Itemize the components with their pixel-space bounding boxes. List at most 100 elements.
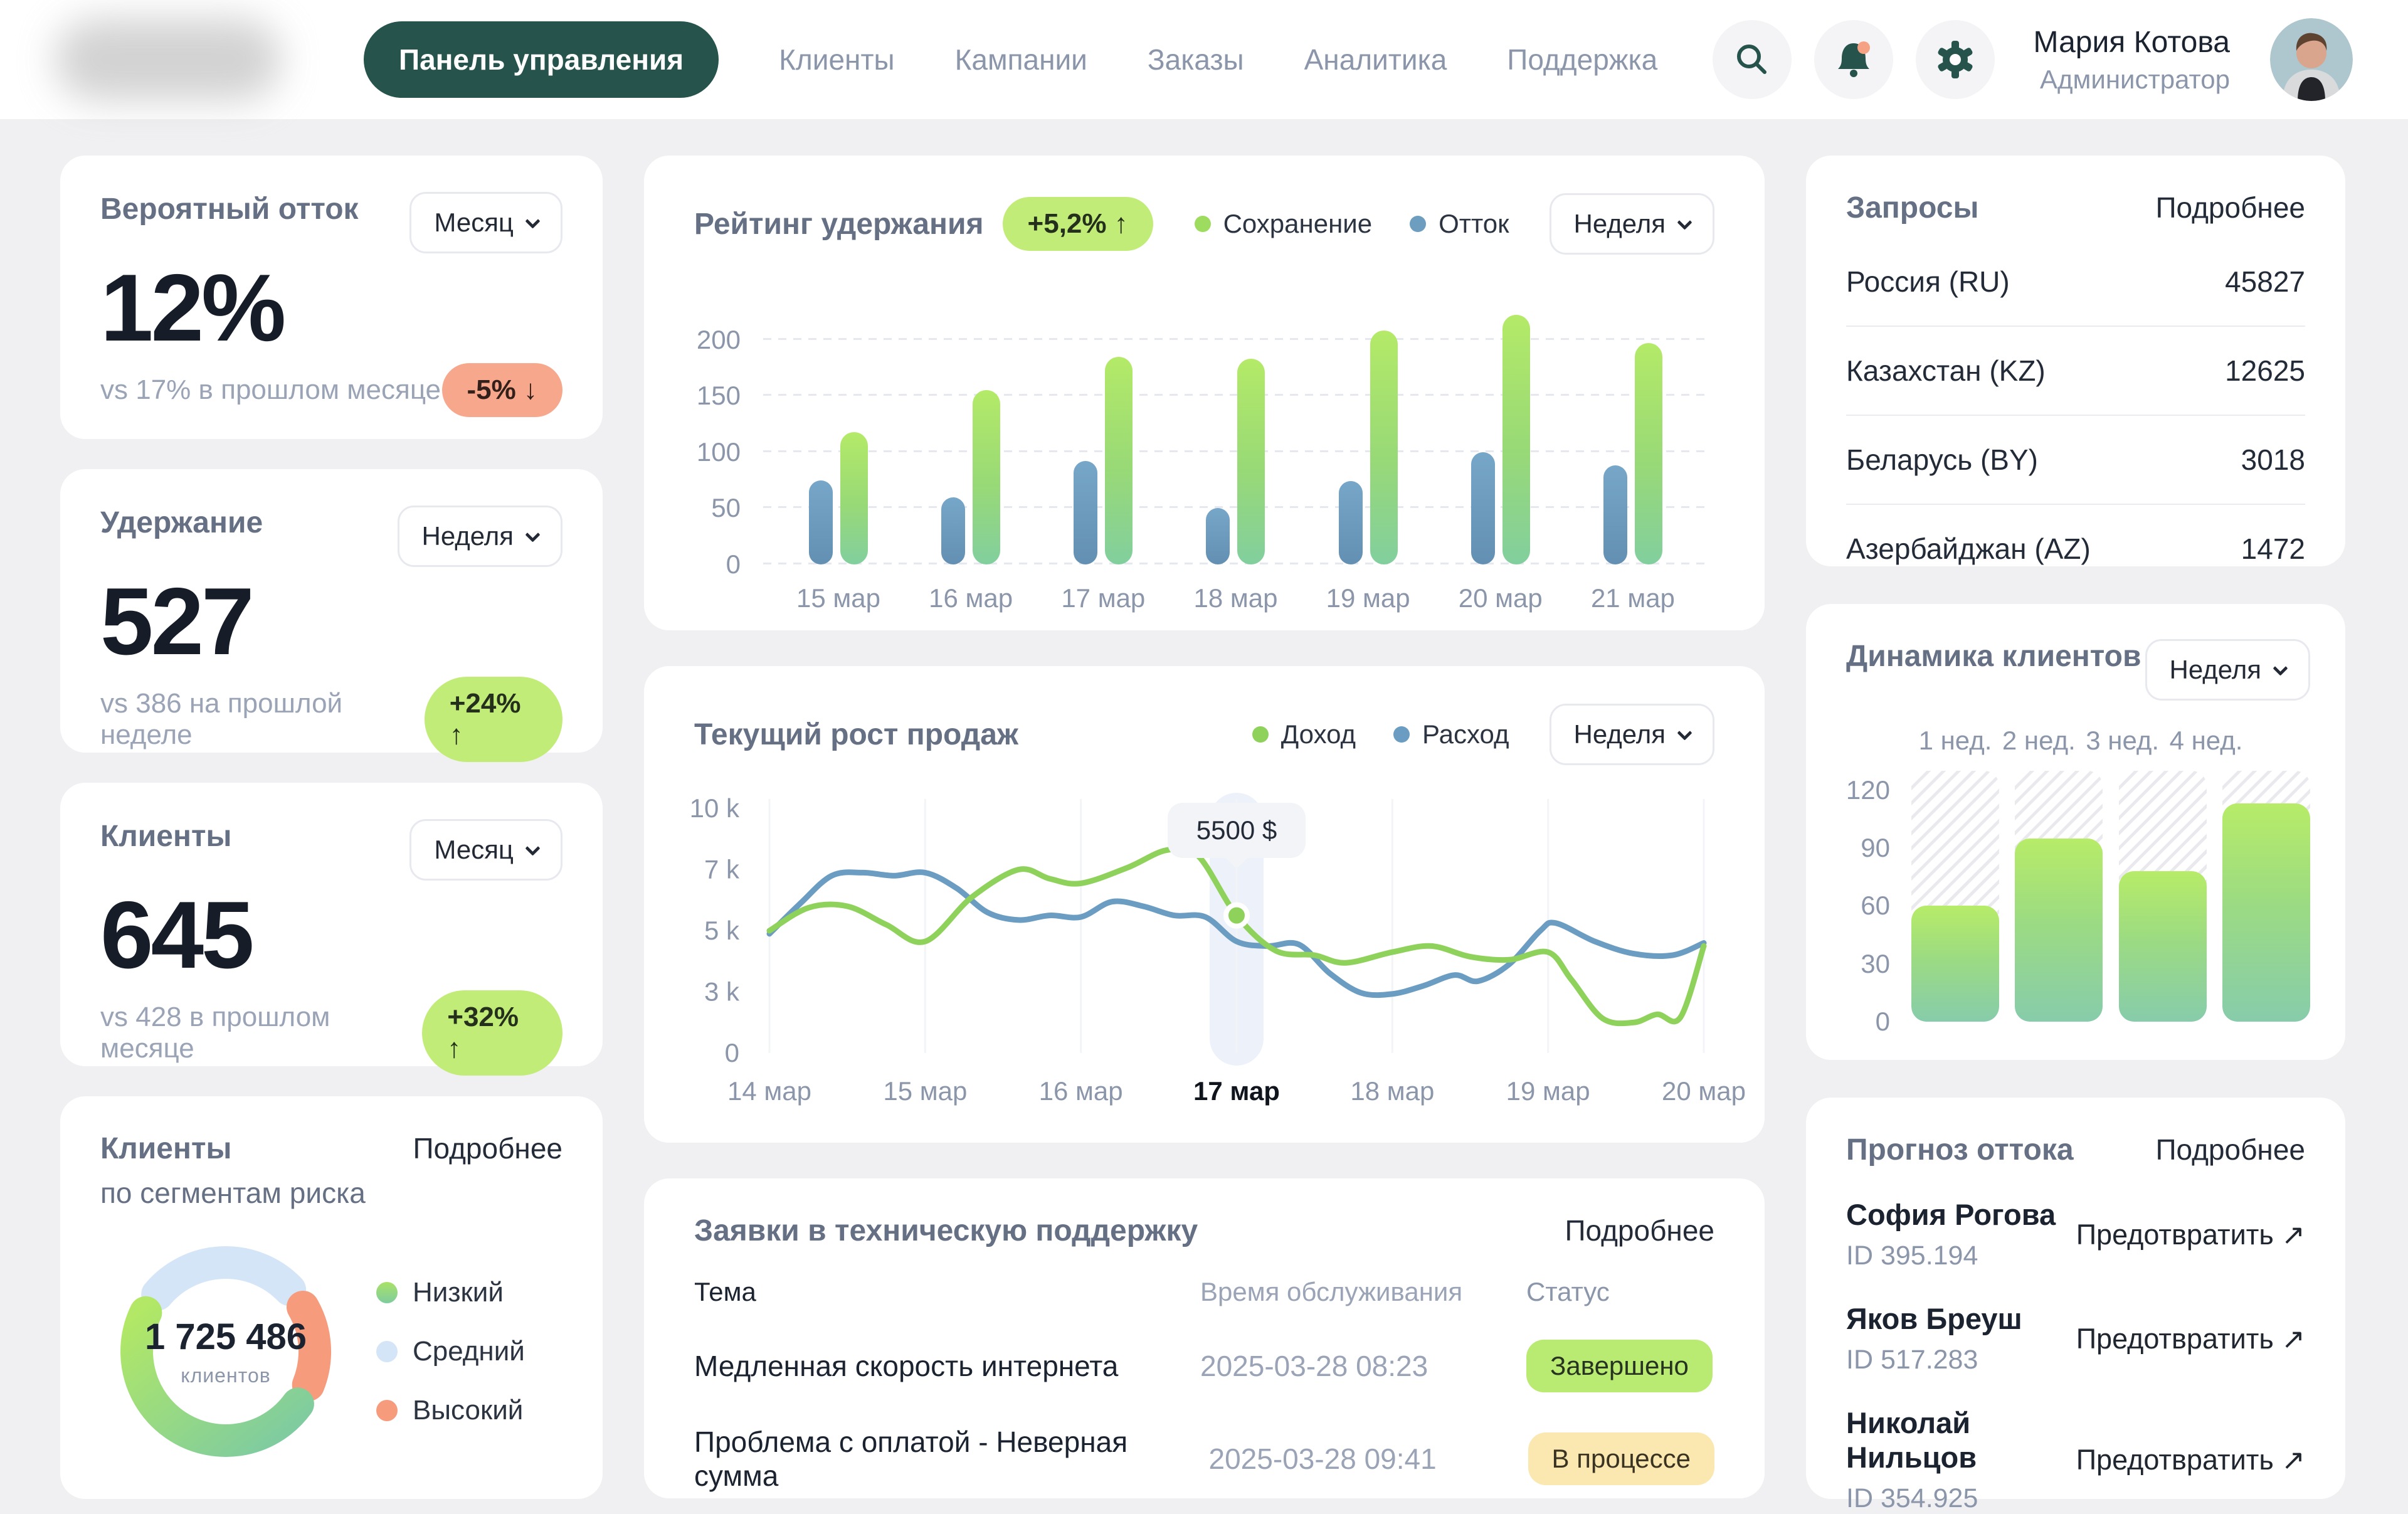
dynamics-bar [2015,839,2103,1022]
nav-item-orders[interactable]: Заказы [1148,43,1244,77]
week-labels: 1 нед.2 нед.3 нед.4 нед. [1911,726,2310,754]
legend-label: Отток [1439,209,1509,239]
dynamics-bar [2119,871,2207,1022]
period-select[interactable]: Неделя [1550,193,1715,255]
nav-item-support[interactable]: Поддержка [1507,43,1657,77]
client-dynamics-card: Динамика клиентов Неделя 1 нед.2 нед.3 н… [1806,604,2345,1060]
x-tick-label: 17 мар [1193,1076,1280,1106]
x-tick-label: 15 мар [796,583,880,613]
more-link[interactable]: Подробнее [2155,1133,2305,1167]
tab-dashboard[interactable]: Панель управления [364,21,719,98]
chart-legend: Сохранение Отток [1195,209,1509,239]
donut-unit: клиентов [181,1364,270,1387]
more-link[interactable]: Подробнее [413,1131,562,1165]
retention-bar [973,390,1000,564]
y-tick-label: 120 [1846,775,1890,805]
col-time: Время обслуживания [1200,1277,1526,1307]
bar-group: 18 мар [1185,295,1286,564]
y-tick-label: 30 [1861,949,1890,979]
dynamics-bar [1911,906,1999,1022]
status-badge: В процессе [1528,1432,1714,1485]
stat-value: 12% [100,253,562,363]
stat-compare: vs 428 в прошлом месяце [100,1002,422,1064]
ticket-topic: Медленная скорость интернета [694,1349,1200,1383]
period-select[interactable]: Неделя [398,506,563,567]
x-tick-label: 18 мар [1350,1076,1434,1106]
period-value: Неделя [1574,209,1666,239]
sales-line-chart: 03 k5 k7 k10 k 14 мар15 мар16 мар17 мар1… [763,780,1714,1104]
more-link[interactable]: Подробнее [1565,1214,1714,1247]
settings-button[interactable] [1916,20,1995,99]
retention-bar [1237,359,1265,564]
legend-label: Низкий [413,1277,504,1308]
table-header: Тема Время обслуживания Статус [694,1277,1714,1307]
donut-legend: НизкийСреднийВысокий [376,1277,525,1426]
nav-item-analytics[interactable]: Аналитика [1304,43,1447,77]
prevent-link[interactable]: Предотвратить ↗ [2076,1218,2305,1251]
svg-text:0: 0 [725,1038,739,1067]
list-item[interactable]: Беларусь (BY) 3018 [1846,416,2305,505]
ticket-time: 2025-03-28 09:41 [1209,1442,1528,1476]
retention-bar-chart: 05010015020015 мар16 мар17 мар18 мар19 м… [763,295,1708,564]
table-row[interactable]: Проблема с оплатой - Неверная сумма 2025… [694,1425,1714,1493]
bar-columns [1911,771,2310,1022]
sales-growth-card: Текущий рост продаж Доход Расход Неделя … [644,666,1765,1143]
churn-bar [1471,452,1495,564]
period-value: Неделя [1574,719,1666,749]
user-role: Администратор [2034,65,2230,95]
list-item[interactable]: Казахстан (KZ) 12625 [1846,327,2305,416]
churn-bar [1206,508,1230,564]
support-tickets-card: Заявки в техническую поддержку Подробнее… [644,1178,1765,1498]
stat-value: 645 [100,881,562,990]
col-topic: Тема [694,1277,1200,1307]
bar-group: 19 мар [1318,295,1418,564]
col-status: Статус [1526,1277,1714,1307]
requests-card: Запросы Подробнее Россия (RU) 45827 Каза… [1806,156,2345,566]
period-select[interactable]: Неделя [1550,704,1715,765]
legend-dot [376,1400,398,1421]
retention-bar [1105,357,1133,564]
nav-item-clients[interactable]: Клиенты [779,43,894,77]
x-tick-label: 21 мар [1591,583,1675,613]
period-select[interactable]: Неделя [2145,639,2311,701]
x-tick-label: 19 мар [1506,1076,1590,1106]
list-item[interactable]: Азербайджан (AZ) 1472 [1846,505,2305,593]
card-title: Прогноз оттока [1846,1133,2074,1167]
week-label: 2 нед. [2002,726,2076,756]
card-subtitle: по сегментам риска [100,1176,562,1210]
legend-label: Средний [413,1336,525,1367]
client-id: ID 354.925 [1846,1483,2076,1514]
search-button[interactable] [1713,20,1792,99]
prevent-link[interactable]: Предотвратить ↗ [2076,1322,2305,1355]
more-link[interactable]: Подробнее [2155,191,2305,225]
x-tick-label: 14 мар [727,1076,811,1106]
prevent-link[interactable]: Предотвратить ↗ [2076,1443,2305,1476]
legend-label: Расход [1422,719,1509,749]
country-value: 1472 [2241,532,2305,566]
left-column: Вероятный отток Месяц 12% vs 17% в прошл… [60,156,603,1499]
card-title: Текущий рост продаж [694,717,1018,752]
list-item[interactable]: Россия (RU) 45827 [1846,238,2305,327]
churn-bar [1074,461,1097,564]
period-value: Неделя [2170,655,2262,685]
period-select[interactable]: Месяц [409,819,562,881]
notifications-button[interactable] [1814,20,1893,99]
chevron-down-icon [525,527,540,542]
x-tick-label: 15 мар [883,1076,967,1106]
card-title: Клиенты [100,1131,231,1166]
legend-item: Средний [376,1336,525,1367]
legend-dot-blue [1393,726,1410,743]
list-item: София Рогова ID 395.194 Предотвратить ↗ [1846,1197,2305,1271]
nav-item-campaigns[interactable]: Кампании [955,43,1087,77]
avatar[interactable] [2270,18,2353,101]
table-row[interactable]: Медленная скорость интернета 2025-03-28 … [694,1340,1714,1392]
main-nav: Клиенты Кампании Заказы Аналитика Поддер… [779,43,1657,77]
gear-icon [1933,38,1977,82]
y-tick-label: 200 [697,325,741,355]
card-title: Удержание [100,506,263,540]
chevron-down-icon [525,213,540,228]
y-tick-label: 150 [697,381,741,411]
client-name: Яков Бреуш [1846,1301,2022,1336]
period-value: Неделя [422,521,514,551]
period-select[interactable]: Месяц [409,192,562,253]
